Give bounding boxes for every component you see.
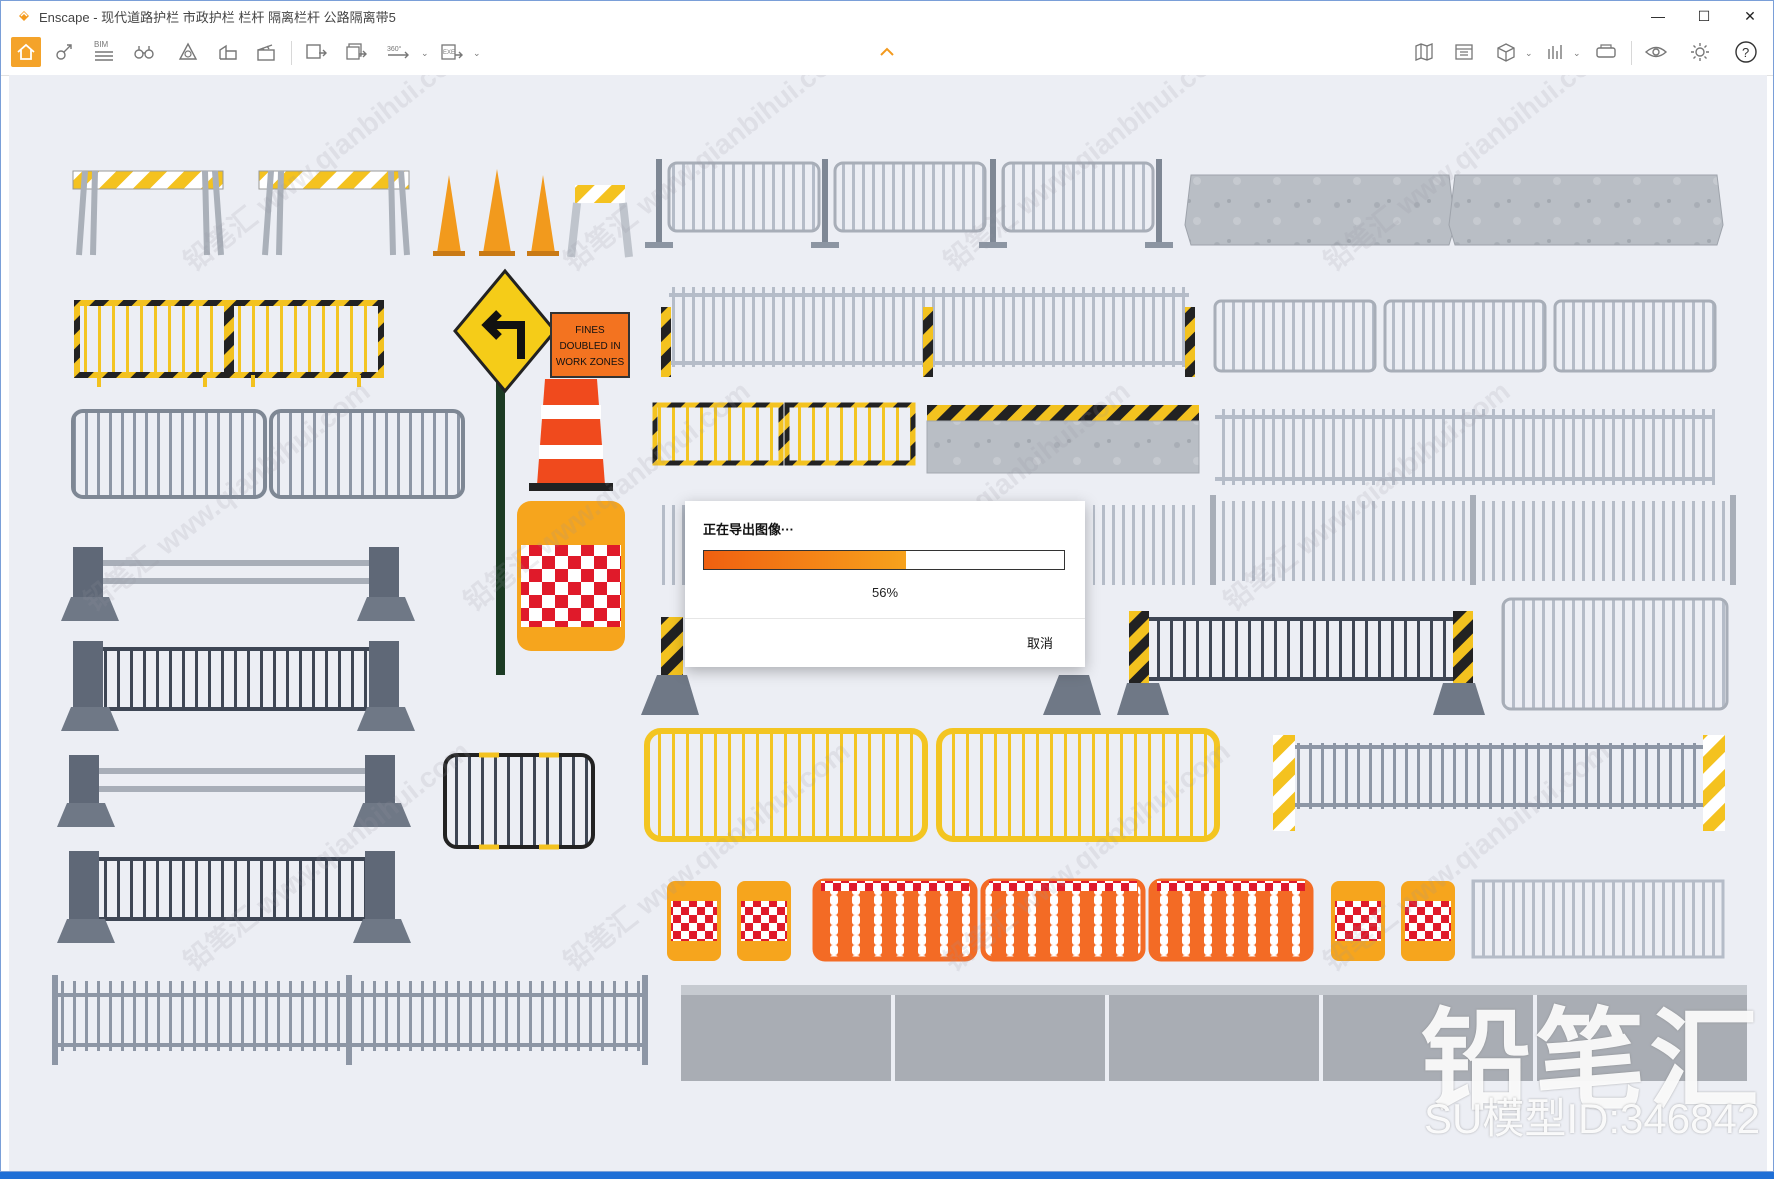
cube-button[interactable] (1491, 37, 1521, 67)
svg-text:360°: 360° (387, 45, 402, 53)
binoculars-icon (134, 46, 154, 59)
toolbar-separator (1631, 41, 1632, 65)
screenshot-button[interactable] (301, 37, 331, 67)
batch-render-button[interactable] (341, 37, 371, 67)
visual-settings-button[interactable] (173, 37, 203, 67)
help-icon: ? (1735, 41, 1757, 63)
yellow-black-barrier (74, 300, 384, 387)
navigate-button[interactable] (49, 37, 79, 67)
model-id-watermark: SU模型ID:346842 (1424, 1095, 1761, 1142)
views-icon (1455, 44, 1473, 60)
guardrail-bollards (61, 547, 415, 621)
toolbar-separator (291, 41, 292, 65)
asset-library-icon (219, 44, 237, 60)
enscape-window: Enscape - 现代道路护栏 市政护栏 栏杆 隔离栏杆 公路隔离带5 — ☐… (0, 0, 1774, 1172)
upload-button[interactable] (1541, 37, 1571, 67)
window-title: Enscape - 现代道路护栏 市政护栏 栏杆 隔离栏杆 公路隔离带5 (39, 9, 396, 25)
grey-rail-fence (61, 641, 415, 731)
bim-icon: BIM (94, 40, 113, 61)
views-button[interactable] (1449, 37, 1479, 67)
home-icon (17, 43, 35, 60)
chevron-down-icon[interactable]: ⌄ (1525, 48, 1533, 59)
low-grey-fence (1471, 879, 1725, 959)
chevron-down-icon[interactable]: ⌄ (473, 48, 481, 59)
vr-headset-icon (1596, 44, 1616, 58)
map-icon (1415, 43, 1433, 61)
svg-text:DOUBLED IN: DOUBLED IN (559, 341, 620, 352)
cancel-button[interactable]: 取消 (1027, 633, 1053, 652)
visibility-button[interactable] (1641, 37, 1671, 67)
clapperboard-icon (257, 44, 275, 61)
white-picket-fence (661, 287, 1195, 377)
black-yellow-rail-fence (1117, 611, 1485, 715)
a-frame-barricade (567, 185, 633, 258)
maximize-button[interactable]: ☐ (1681, 1, 1727, 31)
upload-icon (1548, 45, 1562, 59)
export-exe-icon: EXE (441, 44, 463, 60)
chevron-down-icon[interactable]: ⌄ (421, 48, 429, 59)
bim-button[interactable]: BIM (89, 37, 119, 67)
screenshot-icon (306, 44, 327, 59)
svg-text:?: ? (1742, 45, 1749, 60)
svg-text:EXE: EXE (443, 50, 455, 56)
metal-barrier-panels (645, 159, 1173, 248)
collapse-toolbar-icon[interactable] (879, 47, 895, 57)
panorama-button[interactable]: 360° (383, 37, 413, 67)
grey-crowd-barrier (71, 409, 465, 499)
help-button[interactable]: ? (1731, 37, 1761, 67)
gear-icon (1691, 43, 1709, 61)
scalloped-fence (1210, 495, 1736, 585)
home-button[interactable] (11, 37, 41, 67)
dialog-divider (685, 618, 1085, 619)
grey-barrier-panels (1213, 299, 1717, 373)
navigate-icon (56, 44, 72, 60)
orange-plastic-barriers (812, 878, 1314, 962)
batch-render-icon (346, 43, 367, 60)
black-yellow-frame-barrier (443, 752, 595, 850)
progress-fill (704, 551, 906, 569)
asset-library-button[interactable] (213, 37, 243, 67)
toolbar: BIM 360° ⌄ EXE ⌄ ⌄ ⌄ ? (1, 31, 1773, 76)
binoculars-button[interactable] (129, 37, 159, 67)
dialog-title: 正在导出图像··· (703, 522, 794, 537)
panorama-icon: 360° (387, 45, 409, 59)
svg-text:WORK ZONES: WORK ZONES (556, 357, 625, 368)
svg-text:BIM: BIM (94, 40, 109, 49)
low-picket-fence (52, 975, 648, 1065)
orange-drum (529, 379, 613, 491)
tall-grey-barrier (1501, 597, 1729, 711)
minimize-button[interactable]: — (1635, 1, 1681, 31)
striped-concrete-barrier (926, 405, 1200, 474)
title-bar[interactable]: Enscape - 现代道路护栏 市政护栏 栏杆 隔离栏杆 公路隔离带5 — ☐… (1, 1, 1773, 31)
chevron-down-icon[interactable]: ⌄ (1573, 48, 1581, 59)
sawhorse-barrier (72, 170, 224, 256)
map-button[interactable] (1409, 37, 1439, 67)
enscape-logo-icon (19, 11, 29, 21)
arched-fence (1215, 409, 1715, 485)
traffic-cones (433, 169, 559, 256)
yellow-crowd-barriers (644, 728, 1220, 842)
vr-headset-button[interactable] (1591, 37, 1621, 67)
export-progress-dialog: 正在导出图像··· 56% 取消 (685, 501, 1085, 667)
sawhorse-barrier (258, 170, 410, 256)
export-exe-button[interactable]: EXE (437, 37, 467, 67)
atmosphere-icon (178, 42, 198, 60)
grey-picket-fence (1273, 735, 1725, 831)
export-progress-bar (703, 550, 1065, 570)
progress-percent: 56% (871, 585, 899, 600)
svg-text:FINES: FINES (575, 325, 605, 336)
grey-rail-fence (57, 851, 411, 943)
cube-icon (1497, 43, 1515, 62)
small-yellow-barrier (652, 402, 916, 466)
video-editor-button[interactable] (251, 37, 281, 67)
eye-icon (1644, 46, 1668, 58)
concrete-jersey-barriers (1184, 174, 1724, 246)
checkered-barrel (517, 501, 625, 651)
close-button[interactable]: ✕ (1727, 1, 1773, 31)
settings-button[interactable] (1685, 37, 1715, 67)
guardrail-bollards (57, 755, 411, 827)
